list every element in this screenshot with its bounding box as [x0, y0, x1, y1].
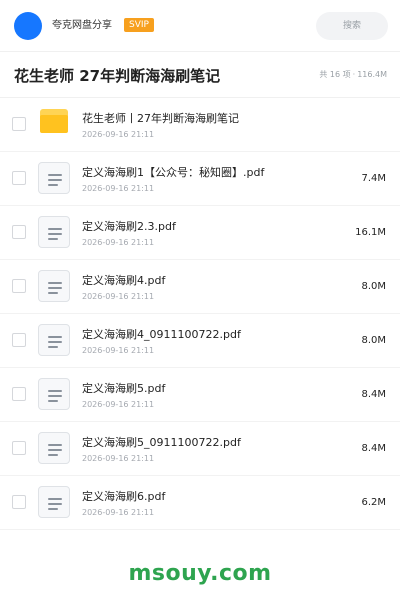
file-size: 7.4M: [361, 173, 386, 184]
file-date: 2026-09-16 21:11: [82, 508, 155, 517]
file-name: 定义海海刷5_0911100722.pdf: [82, 436, 241, 449]
app-header: 夸克网盘分享 SVIP 搜索: [0, 0, 400, 52]
file-date: 2026-09-16 21:11: [82, 238, 155, 247]
svip-badge: SVIP: [124, 18, 154, 32]
document-icon: [38, 486, 70, 518]
sharer-name: 夸克网盘分享: [52, 20, 112, 31]
file-row[interactable]: 定义海海刷4_0911100722.pdf 2026-09-16 21:11 8.0…: [0, 314, 400, 368]
file-date: 2026-09-16 21:11: [82, 184, 155, 193]
file-name: 定义海海刷4_0911100722.pdf: [82, 328, 241, 341]
folder-row[interactable]: 花生老师丨27年判断海海刷笔记 2026-09-16 21:11: [0, 98, 400, 152]
file-date: 2026-09-16 21:11: [82, 454, 155, 463]
file-size: 6.2M: [361, 497, 386, 508]
file-date: 2026-09-16 21:11: [82, 130, 155, 139]
file-list: 花生老师丨27年判断海海刷笔记 2026-09-16 21:11 定义海海刷1【公众…: [0, 98, 400, 530]
row-checkbox[interactable]: [12, 387, 26, 401]
file-date: 2026-09-16 21:11: [82, 400, 155, 409]
file-name: 花生老师丨27年判断海海刷笔记: [82, 112, 239, 125]
file-name: 定义海海刷4.pdf: [82, 274, 166, 287]
row-checkbox[interactable]: [12, 225, 26, 239]
row-checkbox[interactable]: [12, 441, 26, 455]
watermark: msouy.com: [128, 561, 272, 586]
document-icon: [38, 378, 70, 410]
file-name: 定义海海刷2.3.pdf: [82, 220, 176, 233]
file-name: 定义海海刷1【公众号：秘知圈】.pdf: [82, 166, 265, 179]
file-name: 定义海海刷6.pdf: [82, 490, 166, 503]
file-row[interactable]: 定义海海刷2.3.pdf 2026-09-16 21:11 16.1M: [0, 206, 400, 260]
document-icon: [38, 216, 70, 248]
folder-header: 花生老师 27年判断海海刷笔记 共 16 项 · 116.4M: [0, 52, 400, 98]
row-checkbox[interactable]: [12, 333, 26, 347]
page-title: 花生老师 27年判断海海刷笔记: [14, 67, 221, 85]
folder-summary: 共 16 项 · 116.4M: [319, 69, 387, 81]
avatar[interactable]: [14, 12, 42, 40]
search-input[interactable]: 搜索: [316, 12, 388, 40]
row-checkbox[interactable]: [12, 117, 26, 131]
file-size: 8.0M: [361, 335, 386, 346]
row-checkbox[interactable]: [12, 279, 26, 293]
item-count: 共 16 项: [319, 70, 351, 79]
total-size: 116.4M: [357, 70, 387, 79]
file-row[interactable]: 定义海海刷4.pdf 2026-09-16 21:11 8.0M: [0, 260, 400, 314]
document-icon: [38, 432, 70, 464]
file-size: 8.0M: [361, 281, 386, 292]
document-icon: [38, 162, 70, 194]
document-icon: [38, 324, 70, 356]
file-date: 2026-09-16 21:11: [82, 292, 155, 301]
document-icon: [38, 270, 70, 302]
file-row[interactable]: 定义海海刷6.pdf 2026-09-16 21:11 6.2M: [0, 476, 400, 530]
file-row[interactable]: 定义海海刷1【公众号：秘知圈】.pdf 2026-09-16 21:11 7.4M: [0, 152, 400, 206]
row-checkbox[interactable]: [12, 171, 26, 185]
file-name: 定义海海刷5.pdf: [82, 382, 166, 395]
file-row[interactable]: 定义海海刷5.pdf 2026-09-16 21:11 8.4M: [0, 368, 400, 422]
file-date: 2026-09-16 21:11: [82, 346, 155, 355]
file-size: 8.4M: [361, 443, 386, 454]
file-size: 8.4M: [361, 389, 386, 400]
summary-separator: ·: [352, 70, 356, 79]
row-checkbox[interactable]: [12, 495, 26, 509]
file-row[interactable]: 定义海海刷5_0911100722.pdf 2026-09-16 21:11 8.4…: [0, 422, 400, 476]
file-size: 16.1M: [355, 227, 386, 238]
folder-icon: [40, 109, 68, 133]
